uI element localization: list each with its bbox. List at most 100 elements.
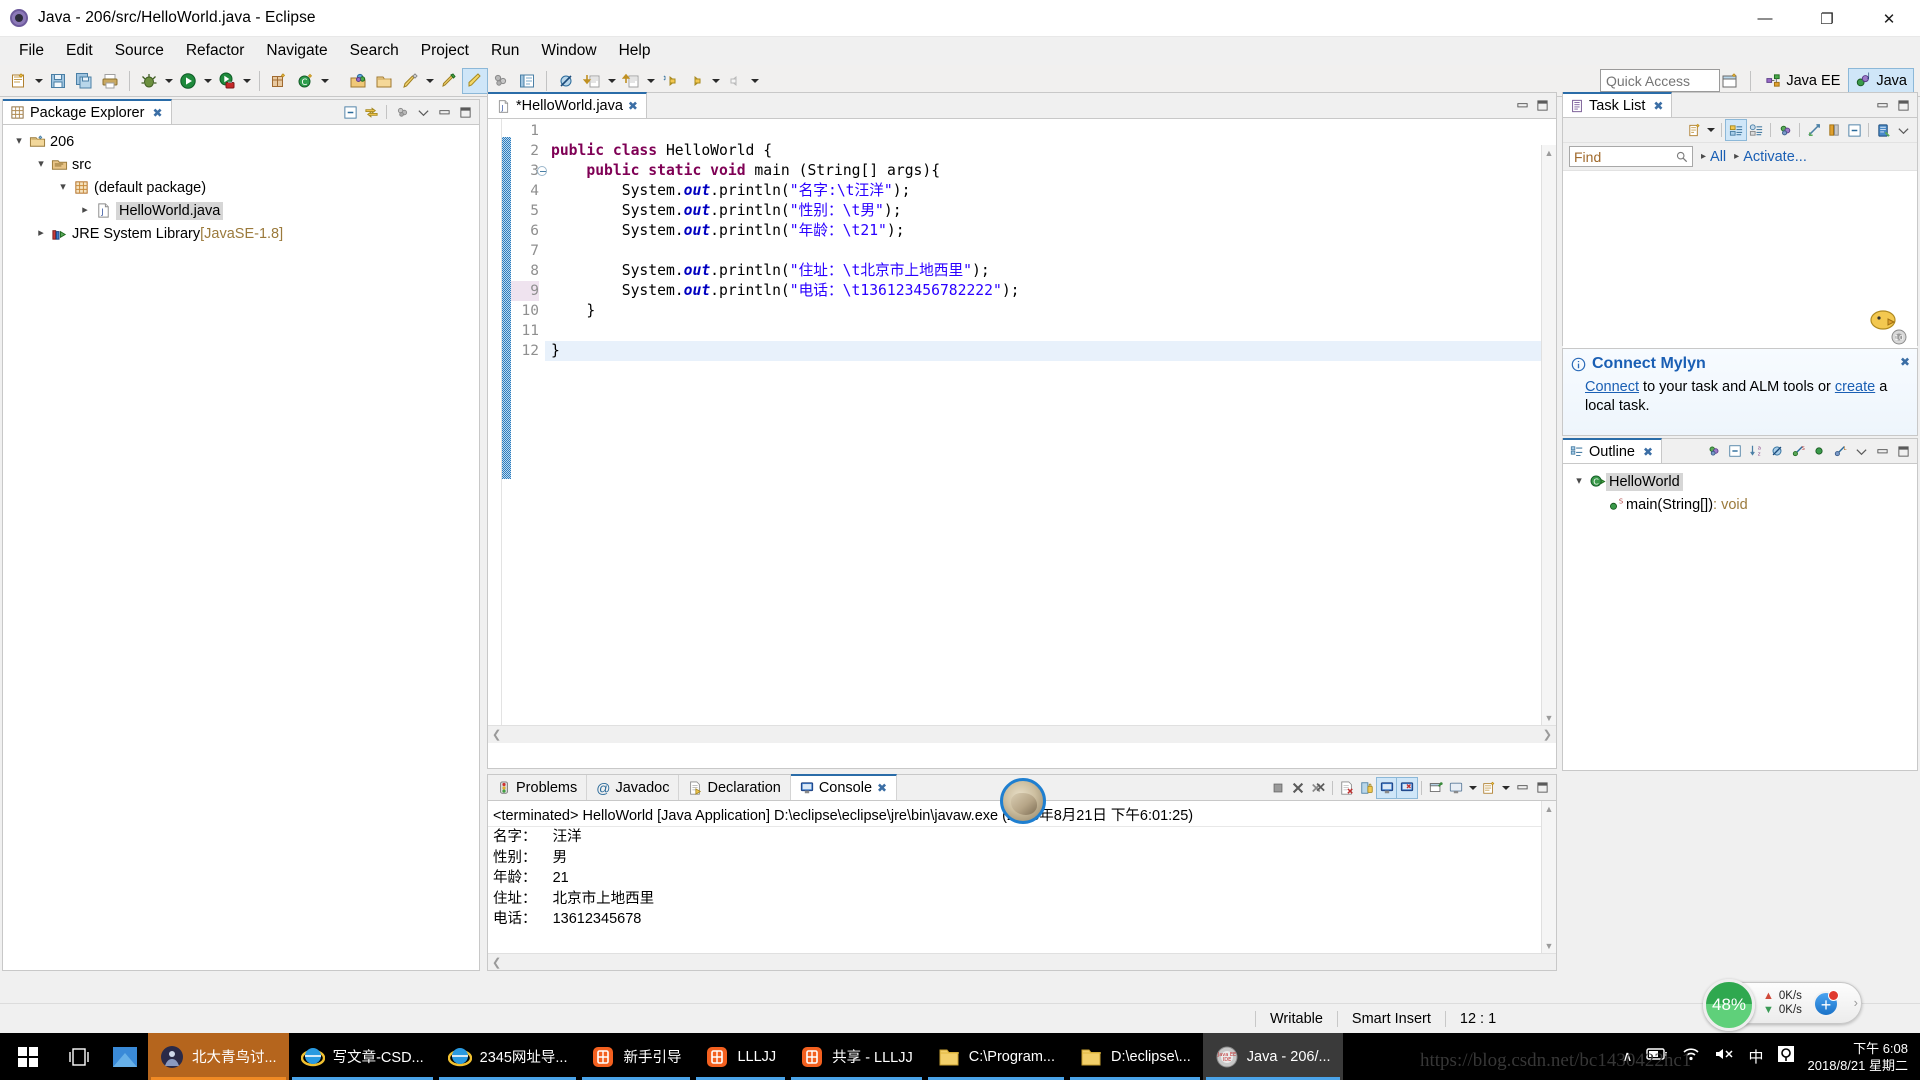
scroll-up-icon[interactable]: ▲ (1542, 801, 1556, 816)
taskbar-item-program-folder[interactable]: C:\Program... (925, 1033, 1067, 1080)
new-wizard-dropdown-icon[interactable] (32, 70, 45, 92)
focus-on-active-task-icon[interactable] (1704, 441, 1724, 461)
console-vertical-scrollbar[interactable]: ▲ ▼ (1541, 801, 1556, 953)
tree-item-helloworld-java[interactable]: ▸ J HelloWorld.java (3, 199, 479, 222)
open-perspective-icon[interactable] (1718, 69, 1742, 93)
view-menu-icon[interactable] (1893, 120, 1913, 140)
maximize-icon[interactable] (455, 102, 475, 122)
mylyn-create-link[interactable]: create (1835, 379, 1875, 395)
minimize-button[interactable]: — (1734, 0, 1796, 37)
scroll-up-icon[interactable]: ▲ (1542, 145, 1556, 160)
editor-body[interactable]: 1 2 3 4 5 6 7 8 9 10 11 12 public class HelloWorld … (488, 119, 1556, 743)
print-icon[interactable] (98, 69, 122, 93)
run-external-tools-icon[interactable] (215, 69, 239, 93)
categorized-presentation-icon[interactable] (1725, 119, 1747, 141)
minimize-icon[interactable] (1512, 96, 1532, 116)
code-line[interactable]: public class HelloWorld { (545, 141, 1556, 161)
chevron-right-icon[interactable]: ▸ (77, 205, 93, 216)
chevron-down-icon[interactable]: ▾ (33, 159, 49, 170)
view-filter-icon[interactable] (392, 102, 412, 122)
close-icon[interactable]: ✖ (1653, 99, 1663, 113)
tab-problems[interactable]: Problems (488, 775, 588, 800)
perspective-java[interactable]: J Java (1848, 68, 1914, 93)
taskbar-item-eclipse[interactable]: Java EE IDE Java - 206/... (1202, 1033, 1343, 1080)
new-task-dropdown-icon[interactable] (1704, 119, 1717, 141)
run-external-dropdown-icon[interactable] (240, 70, 253, 92)
menu-source[interactable]: Source (104, 39, 175, 63)
code-line[interactable]: System.out.println("名字:\t汪洋"); (545, 181, 1556, 201)
maximize-icon[interactable] (1893, 95, 1913, 115)
outline-item-class[interactable]: ▾ C HelloWorld (1563, 470, 1917, 493)
tab-outline[interactable]: Outline ✖ (1563, 438, 1663, 463)
console-horizontal-scrollbar[interactable]: ❮ (488, 953, 1556, 970)
collapse-all-icon[interactable] (1725, 441, 1745, 461)
last-edit-location-icon[interactable] (437, 69, 461, 93)
console-output[interactable]: 名字： 汪洋 性别： 男年龄： 21 住址： 北京市上地西里 电话： 13612345… (488, 827, 1556, 930)
export-dropdown-icon[interactable] (644, 70, 657, 92)
menu-project[interactable]: Project (410, 39, 480, 63)
debug-icon[interactable] (137, 69, 161, 93)
code-line[interactable]: } (545, 341, 1556, 361)
editor-annotation-gutter[interactable] (488, 119, 502, 743)
open-type-icon[interactable] (346, 69, 370, 93)
focus-on-workweek-icon[interactable] (1775, 120, 1795, 140)
ime-label[interactable]: 中 (1749, 1046, 1764, 1067)
synchronize-changed-icon[interactable] (1804, 120, 1824, 140)
import-icon[interactable] (580, 69, 604, 93)
taskbar-item-eclipse-folder[interactable]: D:\eclipse\... (1067, 1033, 1203, 1080)
code-line[interactable] (545, 241, 1556, 261)
code-line[interactable]: public static void main (String[] args){ (545, 161, 1556, 181)
scroll-right-icon[interactable]: ❯ (1543, 728, 1552, 741)
tab-console[interactable]: Console ✖ (790, 774, 898, 800)
view-menu-icon[interactable] (1851, 441, 1871, 461)
scheduled-presentation-icon[interactable] (1746, 120, 1766, 140)
code-line[interactable]: System.out.println("性别：\t男"); (545, 201, 1556, 221)
tree-item-default-package[interactable]: ▾ (default package) (3, 176, 479, 199)
volume-muted-icon[interactable] (1714, 1046, 1736, 1067)
open-console-dropdown-icon[interactable] (1499, 777, 1512, 799)
chevron-down-icon[interactable]: ▾ (11, 136, 27, 147)
close-icon[interactable]: ✖ (1900, 355, 1910, 369)
menu-file[interactable]: File (8, 39, 55, 63)
close-icon[interactable]: ✖ (1643, 445, 1653, 459)
tab-javadoc[interactable]: @ Javadoc (587, 775, 680, 800)
scroll-down-icon[interactable]: ▼ (1542, 938, 1556, 953)
code-line[interactable]: } (545, 301, 1556, 321)
back-icon[interactable] (684, 69, 708, 93)
search-dropdown-icon[interactable] (423, 70, 436, 92)
remove-launch-icon[interactable] (1288, 778, 1308, 798)
run-icon[interactable] (176, 69, 200, 93)
restore-tasks-icon[interactable] (1844, 120, 1864, 140)
menu-refactor[interactable]: Refactor (175, 39, 256, 63)
code-line[interactable]: System.out.println("住址：\t北京市上地西里"); (545, 261, 1556, 281)
hide-fields-icon[interactable] (554, 69, 578, 93)
task-find-box[interactable]: Find (1569, 146, 1693, 167)
display-console-dropdown-icon[interactable] (1466, 777, 1479, 799)
taskbar-item-share-lllJJ[interactable]: 共享 - LLLJJ (788, 1033, 925, 1080)
scroll-lock-icon[interactable] (1357, 778, 1377, 798)
edge-browser-icon[interactable] (102, 1033, 148, 1080)
maximize-icon[interactable] (1532, 778, 1552, 798)
ime-icon[interactable] (1777, 1045, 1795, 1068)
link-with-editor-icon[interactable] (515, 69, 539, 93)
code-line[interactable] (545, 121, 1556, 141)
import-dropdown-icon[interactable] (605, 70, 618, 92)
menu-run[interactable]: Run (480, 39, 530, 63)
open-task-icon[interactable] (372, 69, 396, 93)
show-console-on-error-icon[interactable] (1396, 776, 1418, 799)
chevron-down-icon[interactable]: ▾ (1571, 476, 1587, 487)
taskbar-item-csdn[interactable]: 写文章-CSD... (289, 1033, 436, 1080)
hide-static-icon[interactable]: S (1788, 441, 1808, 461)
menu-edit[interactable]: Edit (55, 39, 104, 63)
code-line[interactable]: System.out.println("年龄：\t21"); (545, 221, 1556, 241)
tab-task-list[interactable]: Task List ✖ (1563, 92, 1673, 117)
quick-access-input[interactable] (1600, 69, 1720, 92)
tab-declaration[interactable]: Declaration (679, 775, 791, 800)
editor-vertical-scrollbar[interactable]: ▲ ▼ (1541, 145, 1556, 725)
forward-icon[interactable] (723, 69, 747, 93)
maximize-button[interactable]: ❐ (1796, 0, 1858, 37)
menu-window[interactable]: Window (530, 39, 607, 63)
mylyn-connect-link[interactable]: Connect (1585, 379, 1639, 395)
clear-console-icon[interactable] (1337, 778, 1357, 798)
perspective-java-ee[interactable]: Java EE (1759, 68, 1846, 93)
